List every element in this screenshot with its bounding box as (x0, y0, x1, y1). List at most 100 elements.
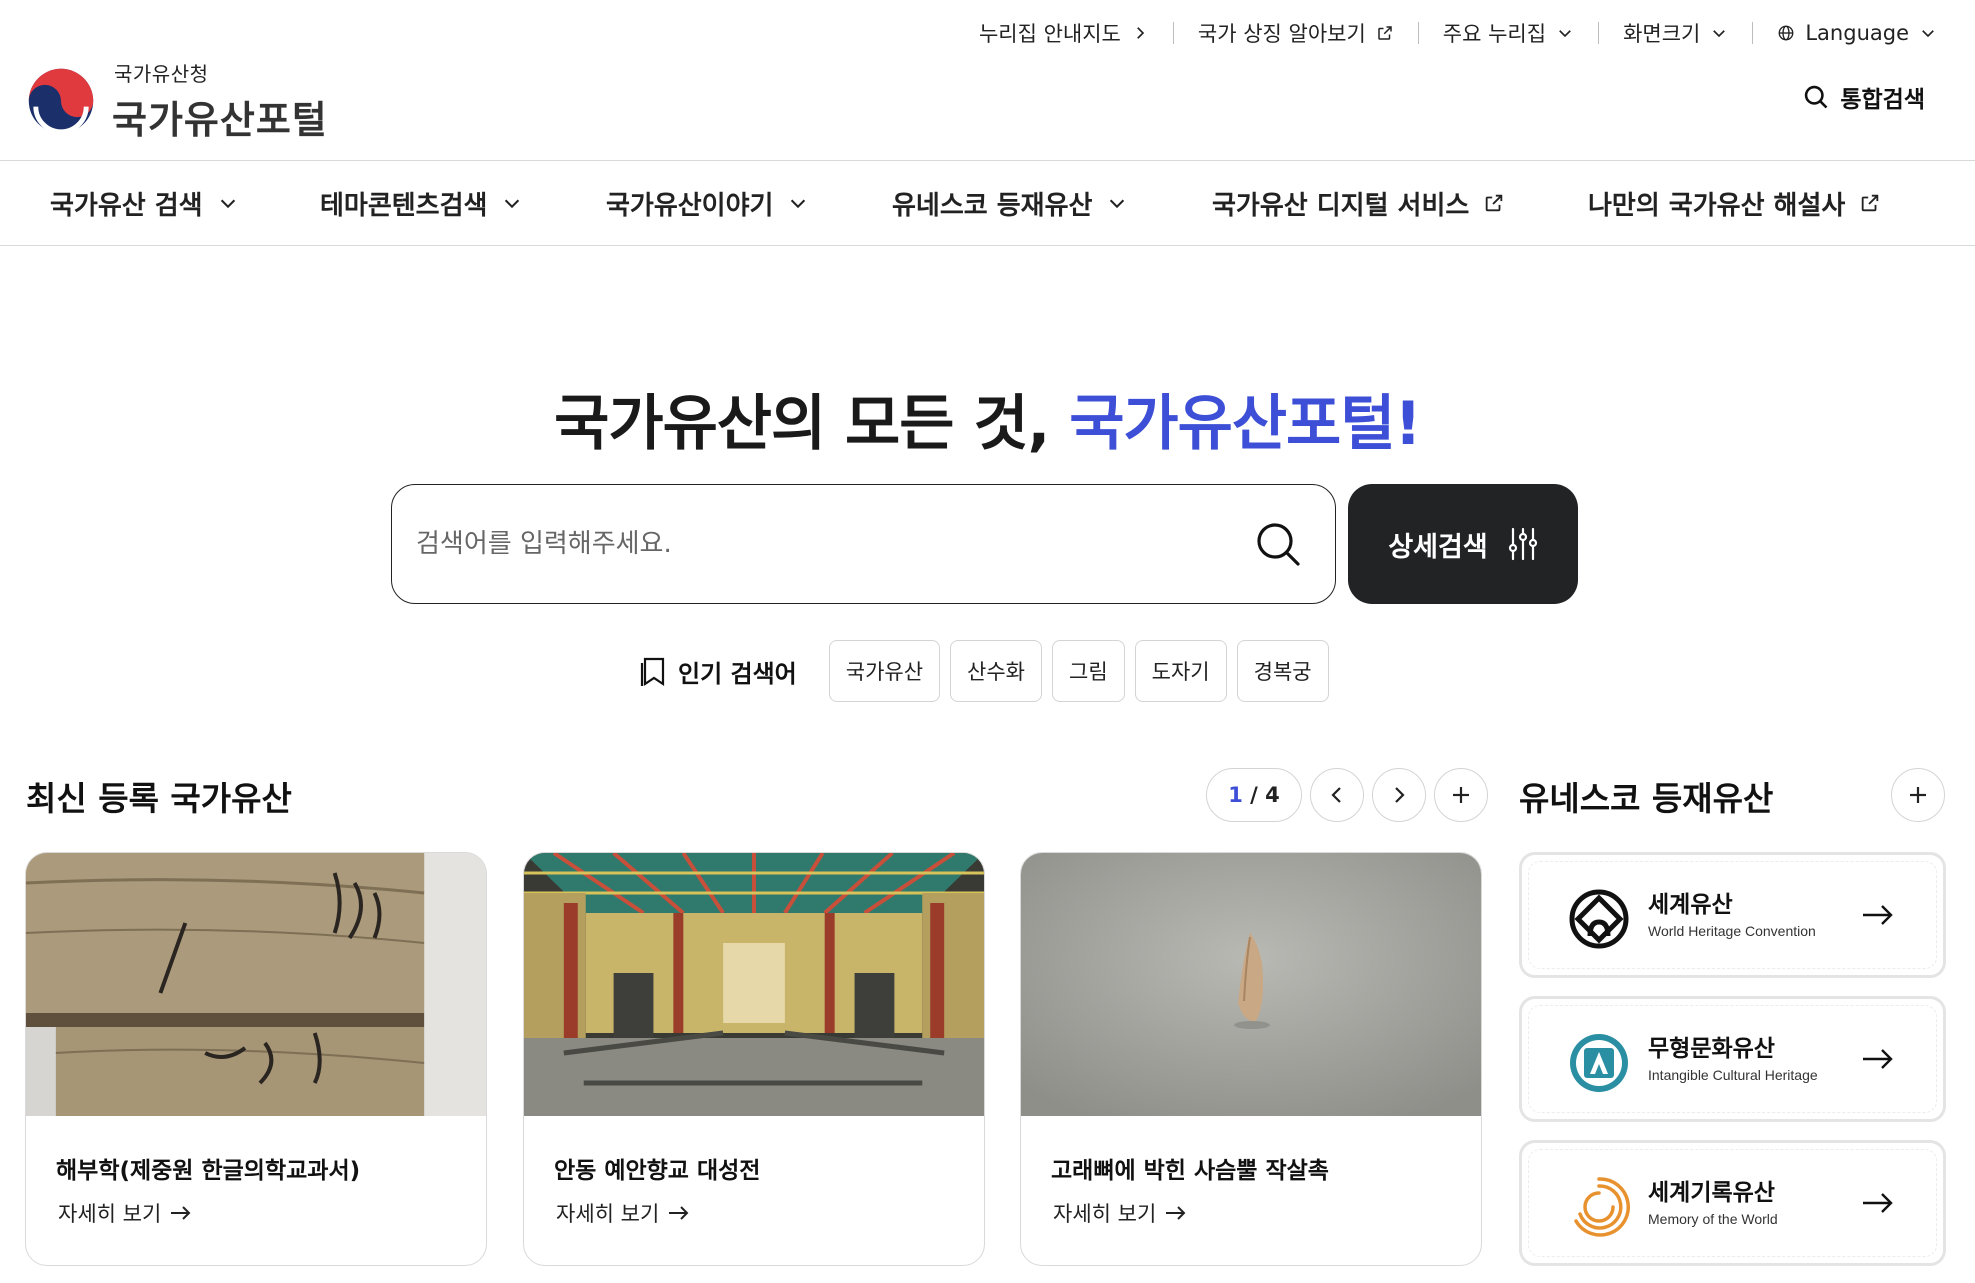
heritage-card-title: 해부학(제중원 한글의학교과서) (56, 1158, 361, 1184)
taegeuk-logo-icon (28, 68, 94, 135)
search-submit-button[interactable] (1249, 515, 1307, 573)
keyword-tag[interactable]: 도자기 (1134, 640, 1227, 702)
main-search-box (391, 484, 1336, 604)
major-sites-dropdown[interactable]: 주요 누리집 (1419, 18, 1598, 48)
heritage-card-more-link[interactable]: 자세히 보기 (1053, 1198, 1188, 1228)
detail-search-button[interactable]: 상세검색 (1348, 484, 1578, 604)
total-search-button[interactable]: 통합검색 (1802, 80, 1925, 114)
more-label: 자세히 보기 (556, 1202, 660, 1226)
gnb-label: 테마콘텐츠검색 (320, 190, 488, 221)
arrow-right-icon (1863, 905, 1893, 925)
globe-icon (1778, 25, 1794, 41)
gnb-heritage-story[interactable]: 국가유산이야기 (606, 161, 809, 245)
unesco-item-name: 세계유산 (1648, 892, 1733, 918)
heritage-card-image (26, 853, 486, 1116)
chevron-right-icon (1395, 787, 1405, 803)
antler-arrowhead-photo (1021, 853, 1481, 1116)
external-link-icon (1486, 194, 1503, 212)
page-indicator: 1 / 4 (1206, 768, 1302, 822)
chevron-down-icon (1559, 30, 1571, 38)
unesco-memory-of-world-card[interactable]: 세계기록유산 Memory of the World (1519, 1140, 1946, 1266)
gnb-theme-content[interactable]: 테마콘텐츠검색 (320, 161, 523, 245)
keyword-tag[interactable]: 산수화 (950, 640, 1043, 702)
page-current: 1 (1228, 783, 1243, 807)
site-title: 국가유산포털 (112, 98, 328, 142)
next-button[interactable] (1372, 768, 1426, 822)
chevron-down-icon (1110, 199, 1125, 209)
guide-map-link[interactable]: 누리집 안내지도 (955, 18, 1173, 48)
search-icon (1805, 85, 1828, 109)
unesco-section-title: 유네스코 등재유산 (1519, 779, 1774, 818)
gnb-label: 유네스코 등재유산 (892, 190, 1093, 221)
gnb-label: 국가유산 검색 (50, 190, 203, 221)
popular-label-text: 인기 검색어 (678, 659, 797, 688)
external-link-icon (1378, 26, 1392, 40)
gnb-heritage-search[interactable]: 국가유산 검색 (50, 161, 239, 245)
arrow-right-icon (1863, 1193, 1893, 1213)
language-dropdown[interactable]: Language (1753, 21, 1937, 45)
heritage-card-image (524, 853, 984, 1116)
gnb-my-docent[interactable]: 나만의 국가유산 해설사 (1588, 161, 1881, 245)
heritage-card[interactable]: 해부학(제중원 한글의학교과서) 자세히 보기 (25, 852, 487, 1266)
hero-title: 국가유산의 모든 것, 국가유산포털! (0, 375, 1975, 462)
more-label: 자세히 보기 (1053, 1202, 1157, 1226)
gnb-digital-service[interactable]: 국가유산 디지털 서비스 (1212, 161, 1505, 245)
search-input[interactable] (416, 529, 1249, 559)
shrine-interior-photo (524, 853, 984, 1116)
arrow-right-icon (1863, 1049, 1893, 1069)
gnb-label: 국가유산이야기 (606, 190, 774, 221)
heritage-card-title: 안동 예안향교 대성전 (554, 1158, 761, 1184)
unesco-item-name: 무형문화유산 (1648, 1036, 1775, 1062)
unesco-item-name: 세계기록유산 (1648, 1180, 1775, 1206)
popular-keywords-label: 인기 검색어 (640, 654, 797, 689)
national-symbols-link[interactable]: 국가 상징 알아보기 (1174, 18, 1418, 48)
intangible-heritage-icon (1570, 1034, 1628, 1092)
guide-map-label: 누리집 안내지도 (978, 22, 1121, 46)
more-label: 자세히 보기 (58, 1202, 162, 1226)
recent-pager: 1 / 4 (1206, 768, 1488, 822)
chevron-right-icon (1137, 27, 1145, 39)
hero-title-prefix: 국가유산의 모든 것, (554, 389, 1070, 459)
main-navigation: 국가유산 검색 테마콘텐츠검색 국가유산이야기 유네스코 등재유산 국가유산 디… (0, 160, 1975, 246)
national-symbols-label: 국가 상징 알아보기 (1197, 22, 1366, 46)
total-search-label: 통합검색 (1840, 87, 1925, 113)
page-total: 4 (1265, 783, 1280, 807)
unesco-world-heritage-card[interactable]: 세계유산 World Heritage Convention (1519, 852, 1946, 978)
agency-name: 국가유산청 (114, 62, 209, 86)
font-size-label: 화면크기 (1623, 22, 1701, 46)
gnb-label: 국가유산 디지털 서비스 (1212, 190, 1470, 221)
recent-section-title: 최신 등록 국가유산 (26, 779, 292, 818)
search-icon (1257, 523, 1300, 566)
keyword-tag[interactable]: 국가유산 (828, 640, 941, 702)
unesco-intangible-heritage-card[interactable]: 무형문화유산 Intangible Cultural Heritage (1519, 996, 1946, 1122)
heritage-card[interactable]: 고래뼈에 박힌 사슴뿔 작살촉 자세히 보기 (1020, 852, 1482, 1266)
plus-icon (1910, 787, 1926, 803)
utility-bar: 누리집 안내지도 국가 상징 알아보기 주요 누리집 화면크기 Language (955, 16, 1937, 50)
heritage-card-title: 고래뼈에 박힌 사슴뿔 작살촉 (1051, 1158, 1329, 1184)
arrow-right-icon (1166, 1206, 1186, 1220)
unesco-item-subtitle: Memory of the World (1648, 1211, 1778, 1227)
heritage-card-more-link[interactable]: 자세히 보기 (58, 1198, 193, 1228)
prev-button[interactable] (1310, 768, 1364, 822)
detail-search-label: 상세검색 (1388, 531, 1488, 563)
unesco-more-button[interactable] (1891, 768, 1945, 822)
major-sites-label: 주요 누리집 (1442, 22, 1547, 46)
keyword-tag[interactable]: 경복궁 (1236, 640, 1329, 702)
chevron-left-icon (1331, 787, 1341, 803)
chevron-down-icon (1713, 30, 1726, 38)
font-size-dropdown[interactable]: 화면크기 (1599, 18, 1752, 48)
external-link-icon (1862, 194, 1879, 212)
recent-more-button[interactable] (1434, 768, 1488, 822)
keyword-tag[interactable]: 그림 (1052, 640, 1125, 702)
heritage-card[interactable]: 안동 예안향교 대성전 자세히 보기 (523, 852, 985, 1266)
heritage-card-image (1021, 853, 1481, 1116)
heritage-card-more-link[interactable]: 자세히 보기 (556, 1198, 691, 1228)
gnb-label: 나만의 국가유산 해설사 (1588, 190, 1846, 221)
chevron-down-icon (1922, 30, 1934, 38)
sliders-icon (1508, 527, 1537, 561)
site-logo[interactable]: 국가유산청 국가유산포털 (26, 58, 328, 144)
arrow-right-icon (669, 1206, 689, 1220)
arrow-right-icon (171, 1206, 191, 1220)
gnb-unesco[interactable]: 유네스코 등재유산 (892, 161, 1128, 245)
chevron-down-icon (791, 199, 806, 209)
